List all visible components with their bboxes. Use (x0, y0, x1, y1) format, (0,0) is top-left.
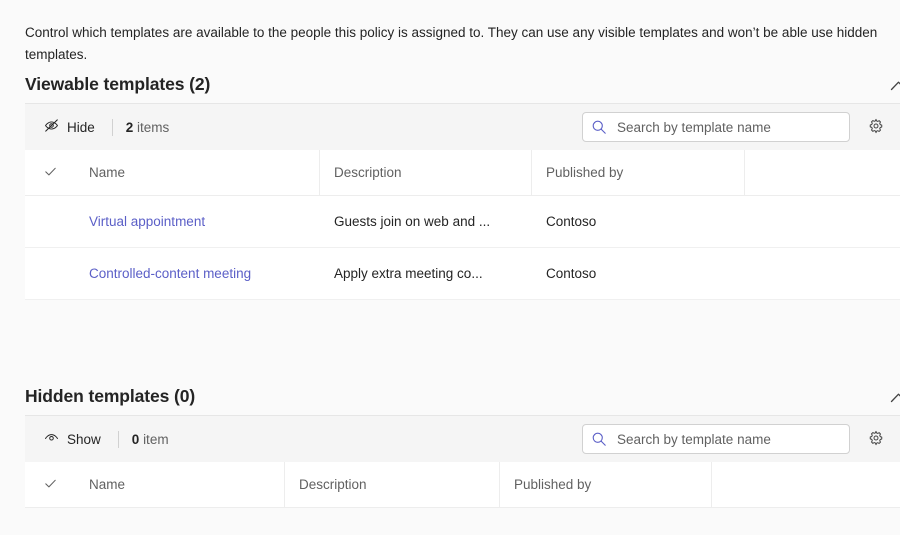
select-all-cell[interactable] (25, 150, 75, 195)
row-name-cell: Virtual appointment (75, 196, 320, 247)
toolbar-hidden: Show 0 item (25, 416, 900, 462)
item-count-value: 2 (126, 120, 134, 135)
gear-icon (867, 429, 885, 450)
section-header-viewable: Viewable templates (2) (25, 74, 900, 104)
section-title-viewable: Viewable templates (2) (25, 74, 210, 94)
row-description-cell: Apply extra meeting co... (320, 248, 532, 299)
settings-button-viewable[interactable] (862, 113, 890, 141)
item-count-value: 0 (132, 432, 140, 447)
column-header-spacer (712, 462, 900, 507)
item-count-hidden: 0 item (132, 432, 169, 447)
column-header-name[interactable]: Name (75, 150, 320, 195)
row-published-by-cell: Contoso (532, 196, 745, 247)
table-header-row: Name Description Published by (25, 462, 900, 508)
column-header-description[interactable]: Description (320, 150, 532, 195)
template-link[interactable]: Controlled-content meeting (89, 266, 251, 281)
checkmark-icon (43, 164, 58, 182)
item-count-unit: item (143, 432, 169, 447)
checkmark-icon (43, 476, 58, 494)
show-button[interactable]: Show (39, 425, 105, 453)
item-count-unit: items (137, 120, 169, 135)
row-checkbox[interactable] (25, 248, 75, 299)
settings-button-hidden[interactable] (862, 425, 890, 453)
column-header-description[interactable]: Description (285, 462, 500, 507)
gear-icon (867, 117, 885, 138)
column-header-published-by[interactable]: Published by (532, 150, 745, 195)
chevron-up-icon[interactable] (888, 389, 900, 407)
templates-table-hidden: Name Description Published by (25, 462, 900, 508)
item-count-viewable: 2 items (126, 120, 170, 135)
search-input-viewable[interactable] (582, 112, 850, 142)
search-input-hidden[interactable] (582, 424, 850, 454)
eye-off-icon (43, 117, 60, 137)
row-spacer-cell (745, 196, 900, 247)
row-spacer-cell (745, 248, 900, 299)
column-header-name[interactable]: Name (75, 462, 285, 507)
table-header-row: Name Description Published by (25, 150, 900, 196)
hide-button[interactable]: Hide (39, 113, 99, 141)
toolbar-divider (112, 119, 113, 136)
search-field-viewable (582, 112, 850, 142)
chevron-up-icon[interactable] (888, 77, 900, 95)
toolbar-divider (118, 431, 119, 448)
row-name-cell: Controlled-content meeting (75, 248, 320, 299)
templates-table-viewable: Name Description Published by Virtual ap… (25, 150, 900, 300)
select-all-cell[interactable] (25, 462, 75, 507)
row-published-by-cell: Contoso (532, 248, 745, 299)
table-row[interactable]: Virtual appointment Guests join on web a… (25, 196, 900, 248)
page-description: Control which templates are available to… (25, 22, 885, 66)
section-viewable-templates: Viewable templates (2) Hide 2 it (0, 74, 900, 300)
column-header-spacer (745, 150, 900, 195)
section-hidden-templates: Hidden templates (0) Show 0 item (0, 386, 900, 508)
section-header-hidden: Hidden templates (0) (25, 386, 900, 416)
toolbar-viewable: Hide 2 items (25, 104, 900, 150)
section-title-hidden: Hidden templates (0) (25, 386, 195, 406)
eye-icon (43, 429, 60, 449)
row-checkbox[interactable] (25, 196, 75, 247)
hide-button-label: Hide (67, 120, 95, 135)
template-link[interactable]: Virtual appointment (89, 214, 205, 229)
row-description-cell: Guests join on web and ... (320, 196, 532, 247)
column-header-published-by[interactable]: Published by (500, 462, 712, 507)
search-field-hidden (582, 424, 850, 454)
table-row[interactable]: Controlled-content meeting Apply extra m… (25, 248, 900, 300)
show-button-label: Show (67, 432, 101, 447)
templates-policy-page: Control which templates are available to… (0, 0, 900, 535)
